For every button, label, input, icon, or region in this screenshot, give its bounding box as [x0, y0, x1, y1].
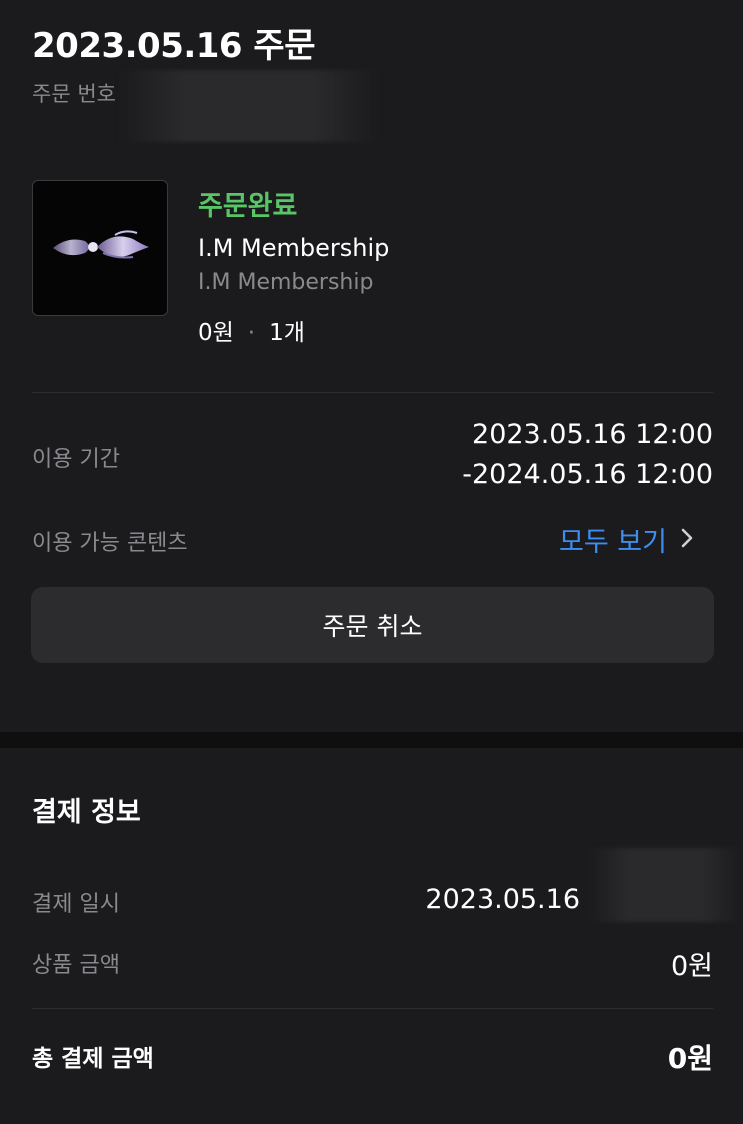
order-date-title: 2023.05.16 주문: [32, 26, 316, 66]
payment-date-label: 결제 일시: [32, 892, 120, 917]
order-number-redacted: [118, 70, 380, 142]
available-contents-label: 이용 가능 콘텐츠: [32, 531, 188, 556]
product-quantity: 1개: [269, 320, 305, 346]
product-amount-value: 0원: [670, 951, 713, 982]
order-status: 주문완료: [198, 191, 298, 222]
usage-period-label: 이용 기간: [32, 447, 120, 472]
usage-period-start: 2023.05.16 12:00: [472, 419, 713, 450]
price-quantity-row: 0원 · 1개: [198, 313, 305, 347]
total-amount-label: 총 결제 금액: [32, 1046, 154, 1072]
section-separator: [0, 732, 743, 748]
payment-time-redacted: [588, 848, 743, 922]
see-all-link[interactable]: 모두 보기: [559, 520, 667, 559]
cancel-order-button[interactable]: 주문 취소: [31, 587, 714, 663]
product-amount-label: 상품 금액: [32, 953, 120, 978]
product-subtitle: I.M Membership: [198, 270, 374, 295]
divider: [32, 1008, 713, 1009]
chevron-right-icon[interactable]: [673, 524, 701, 552]
album-art-icon: [53, 230, 149, 259]
total-amount-value: 0원: [667, 1042, 713, 1075]
separator-dot: ·: [247, 320, 256, 346]
usage-period-end: -2024.05.16 12:00: [462, 459, 713, 490]
divider: [32, 392, 713, 393]
product-title: I.M Membership: [198, 234, 390, 262]
order-number-label: 주문 번호: [32, 82, 116, 106]
product-thumbnail[interactable]: [32, 180, 168, 316]
payment-date-value: 2023.05.16: [425, 884, 580, 915]
product-price: 0원: [198, 320, 234, 346]
payment-info-header: 결제 정보: [32, 797, 141, 828]
